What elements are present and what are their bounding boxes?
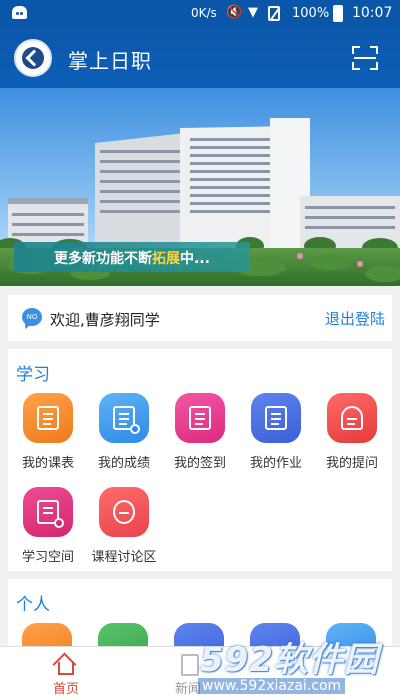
study-space-label: 学习空间 xyxy=(21,550,74,565)
my-homework-label: 我的作业 xyxy=(249,456,302,471)
calendar-icon xyxy=(23,393,73,443)
chat-bubble-icon: NO xyxy=(22,308,42,326)
homework-icon xyxy=(251,393,301,443)
app-header: 掌上日职 xyxy=(0,28,400,88)
scan-icon[interactable] xyxy=(352,46,378,70)
mute-icon: 🔇 xyxy=(226,5,243,20)
watermark: 592软件园 www.592xiazai.com xyxy=(190,612,400,700)
clock: 10:07 xyxy=(352,5,393,21)
nav-home-label: 首页 xyxy=(52,682,79,697)
banner-caption-prefix: 更多新功能不断 xyxy=(54,251,152,267)
home-icon xyxy=(52,650,79,677)
my-scores-label: 我的成绩 xyxy=(97,456,150,471)
study-space-button[interactable]: 学习空间 xyxy=(10,487,86,565)
my-scores-button[interactable]: 我的成绩 xyxy=(86,393,162,471)
my-checkin-label: 我的签到 xyxy=(173,456,226,471)
no-sim-icon xyxy=(268,6,280,21)
status-bar: 0K/s 🔇 ▼ 100% 10:07 xyxy=(0,0,400,28)
school-emblem-icon xyxy=(14,39,52,77)
study-section-title: 学习 xyxy=(16,365,50,385)
logout-link[interactable]: 退出登陆 xyxy=(325,308,385,329)
question-stamp-icon xyxy=(327,393,377,443)
my-schedule-label: 我的课表 xyxy=(21,456,74,471)
my-questions-label: 我的提问 xyxy=(325,456,378,471)
welcome-bar: NO 欢迎,曹彦翔同学 退出登陆 xyxy=(8,295,392,341)
my-schedule-button[interactable]: 我的课表 xyxy=(10,393,86,471)
checkin-icon xyxy=(175,393,225,443)
network-speed: 0K/s xyxy=(191,6,217,20)
wifi-icon: ▼ xyxy=(248,5,258,20)
study-space-icon xyxy=(23,487,73,537)
personal-item-icon[interactable] xyxy=(98,623,148,646)
watermark-brand: 592软件园 xyxy=(200,640,379,680)
discussion-icon xyxy=(99,487,149,537)
personal-section-title: 个人 xyxy=(16,595,50,615)
android-notification-icon xyxy=(12,6,27,19)
study-section: 学习 我的课表 我的成绩 我的签到 我的作业 我的提问 学习空间 课程讨论区 xyxy=(8,349,392,571)
welcome-greeting: 欢迎,曹彦翔同学 xyxy=(50,311,160,329)
personal-item-icon[interactable] xyxy=(22,623,72,646)
banner-caption: 更多新功能不断拓展中... xyxy=(14,242,250,272)
app-title: 掌上日职 xyxy=(68,49,152,73)
battery-icon xyxy=(333,5,343,22)
course-discussion-label: 课程讨论区 xyxy=(91,550,157,565)
my-questions-button[interactable]: 我的提问 xyxy=(314,393,390,471)
watermark-url: www.592xiazai.com xyxy=(198,678,346,694)
scores-icon xyxy=(99,393,149,443)
battery-percent: 100% xyxy=(292,6,330,21)
course-discussion-button[interactable]: 课程讨论区 xyxy=(86,487,162,565)
my-homework-button[interactable]: 我的作业 xyxy=(238,393,314,471)
banner-caption-highlight: 拓展 xyxy=(152,251,180,267)
banner-caption-suffix: 中... xyxy=(180,251,210,267)
nav-home[interactable]: 首页 xyxy=(26,650,106,697)
my-checkin-button[interactable]: 我的签到 xyxy=(162,393,238,471)
